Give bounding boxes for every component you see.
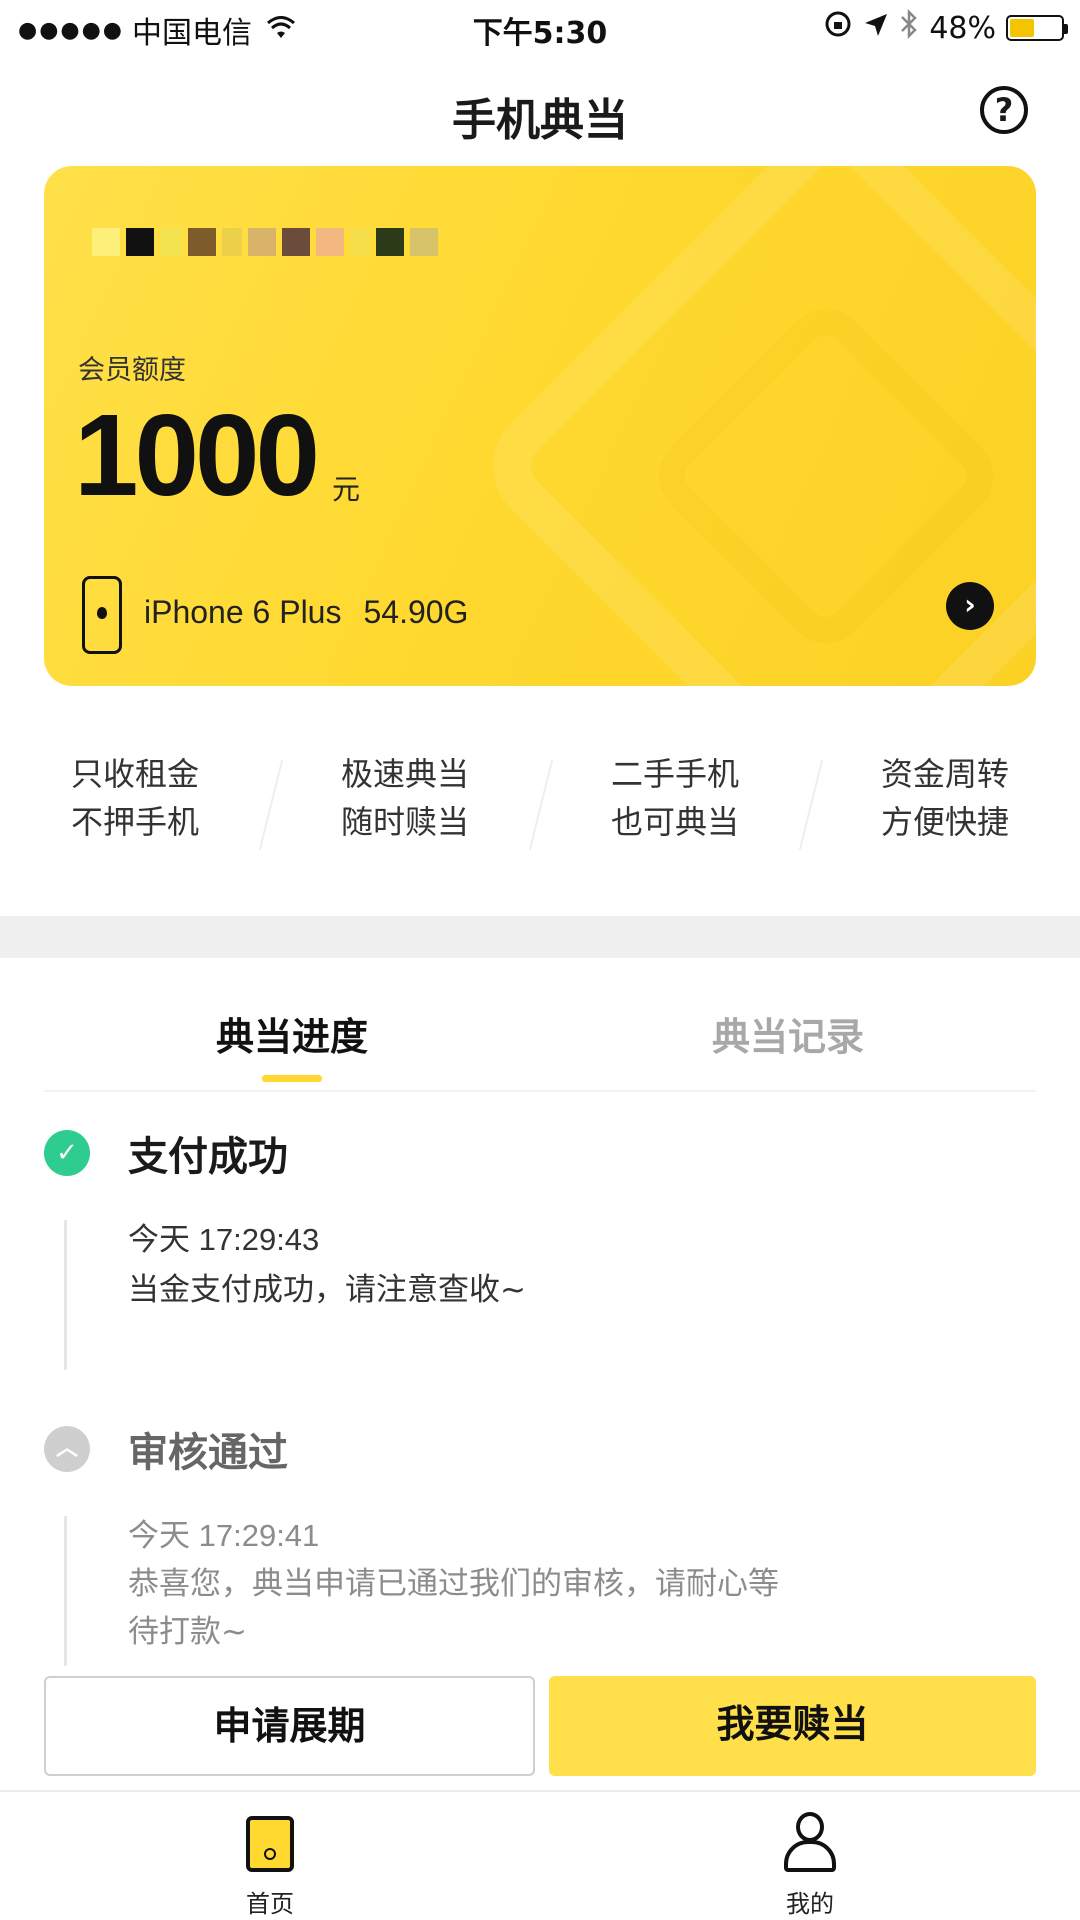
feature-line2: 不押手机	[70, 803, 199, 841]
tab-home[interactable]: 首页	[0, 1792, 540, 1920]
feature-item: 二手手机 也可典当	[540, 750, 810, 860]
bluetooth-icon	[899, 8, 919, 48]
home-phone-icon	[246, 1816, 294, 1872]
help-icon[interactable]: ?	[980, 86, 1028, 134]
redeem-button[interactable]: 我要赎当	[549, 1676, 1036, 1776]
user-icon	[784, 1812, 836, 1874]
feature-list: 只收租金 不押手机 极速典当 随时赎当 二手手机 也可典当 资金周转 方便快捷	[0, 750, 1080, 860]
step-time: 今天 17:29:41	[128, 1518, 320, 1553]
tab-mine[interactable]: 我的	[540, 1792, 1080, 1920]
credit-label: 会员额度	[78, 355, 186, 386]
card-arrow-icon[interactable]: ›	[946, 582, 994, 630]
credit-amount: 1000	[74, 390, 320, 520]
tab-bar-top: 典当进度 典当记录	[44, 990, 1036, 1092]
tab-label: 典当记录	[711, 1015, 864, 1059]
battery-fill	[1010, 19, 1034, 37]
step-title: 支付成功	[128, 1134, 288, 1180]
feature-line2: 方便快捷	[880, 803, 1009, 841]
location-icon	[863, 11, 889, 46]
tab-mine-label: 我的	[786, 1890, 834, 1918]
feature-item: 资金周转 方便快捷	[810, 750, 1080, 860]
status-right: 48%	[823, 8, 1068, 48]
phone-icon	[82, 576, 122, 654]
feature-line1: 只收租金	[70, 755, 199, 793]
rotation-lock-icon	[823, 9, 853, 47]
feature-line2: 也可典当	[610, 803, 739, 841]
tab-records[interactable]: 典当记录	[540, 990, 1036, 1090]
tab-progress[interactable]: 典当进度	[44, 990, 540, 1090]
page-title: 手机典当	[452, 95, 628, 146]
feature-line1: 资金周转	[880, 755, 1009, 793]
device-model: iPhone 6 Plus	[144, 594, 342, 630]
battery-percent: 48%	[929, 10, 996, 46]
tab-active-indicator	[262, 1075, 322, 1082]
section-divider	[0, 916, 1080, 958]
header: 手机典当 ?	[0, 70, 1080, 150]
device-storage: 54.90G	[363, 594, 469, 630]
timeline-connector	[64, 1220, 67, 1370]
credit-unit: 元	[332, 473, 361, 506]
status-bar: ●●●●● 中国电信 下午5:30 48%	[0, 0, 1080, 56]
feature-line1: 极速典当	[340, 755, 469, 793]
step-description: 恭喜您，典当申请已通过我们的审核，请耐心等待打款~	[128, 1566, 779, 1650]
step-title: 审核通过	[128, 1430, 288, 1476]
bottom-tab-bar: 首页 我的	[0, 1790, 1080, 1920]
timeline-connector	[64, 1516, 67, 1666]
chevron-up-icon[interactable]: ︿	[44, 1426, 90, 1472]
action-buttons: 申请展期 我要赎当	[44, 1676, 1036, 1776]
masked-username	[92, 228, 444, 256]
battery-icon	[1006, 15, 1068, 41]
feature-line2: 随时赎当	[340, 803, 469, 841]
tab-label: 典当进度	[215, 1015, 368, 1059]
device-info: iPhone 6 Plus 54.90G	[144, 594, 468, 631]
check-icon: ✓	[44, 1130, 90, 1176]
feature-item: 极速典当 随时赎当	[270, 750, 540, 860]
tab-home-label: 首页	[246, 1890, 294, 1918]
step-time: 今天 17:29:43	[128, 1222, 320, 1257]
feature-line1: 二手手机	[610, 755, 739, 793]
membership-card[interactable]: 会员额度 1000 元 iPhone 6 Plus 54.90G ›	[44, 166, 1036, 686]
step-description: 当金支付成功，请注意查收~	[128, 1272, 526, 1308]
extend-button[interactable]: 申请展期	[44, 1676, 535, 1776]
feature-item: 只收租金 不押手机	[0, 750, 270, 860]
